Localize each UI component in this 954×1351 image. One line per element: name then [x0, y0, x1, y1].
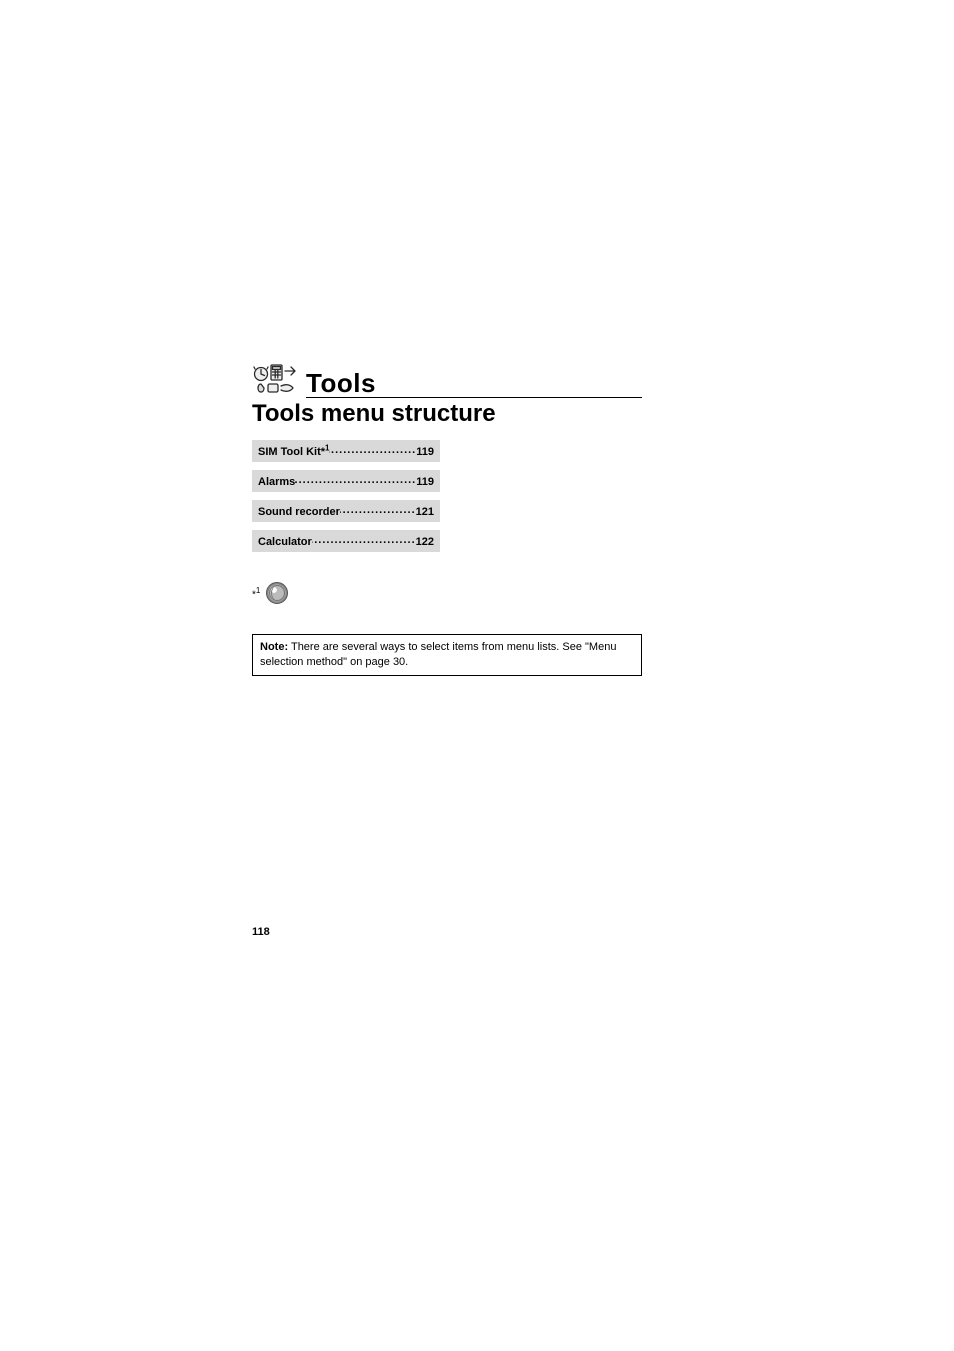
chapter-title-wrap: Tools [306, 370, 642, 398]
note-text: There are several ways to select items f… [260, 641, 616, 668]
toc-item-label: Sound recorder [258, 506, 340, 518]
toc-leader-dots [340, 504, 416, 515]
toc-item-label: Calculator [258, 536, 312, 548]
toc-item-page: 119 [416, 476, 434, 488]
toc-item: Calculator 122 [252, 530, 440, 552]
footnote: *1 [252, 582, 642, 604]
tools-icon [252, 362, 298, 398]
toc-item: Alarms 119 [252, 470, 440, 492]
toc-item: Sound recorder 121 [252, 500, 440, 522]
toc-item-label: SIM Tool Kit*1 [258, 446, 329, 458]
toc-item-page: 119 [416, 446, 434, 458]
toc-item: SIM Tool Kit*1 119 [252, 440, 440, 462]
chapter-header: Tools [252, 362, 642, 398]
chapter-title: Tools [306, 370, 642, 398]
section-title: Tools menu structure [252, 400, 642, 428]
footnote-marker: *1 [252, 586, 260, 600]
toc-leader-dots [295, 474, 416, 485]
page-content: Tools Tools menu structure SIM Tool Kit*… [252, 362, 642, 676]
page-number: 118 [252, 926, 270, 938]
toc-item-page: 122 [416, 536, 434, 548]
toc-list: SIM Tool Kit*1 119 Alarms 119 Sound reco… [252, 440, 440, 552]
toc-leader-dots [312, 534, 416, 545]
toc-leader-dots [329, 444, 416, 455]
toc-item-page: 121 [416, 506, 434, 518]
toc-item-label: Alarms [258, 476, 295, 488]
globe-icon [266, 582, 288, 604]
note-label: Note: [260, 641, 288, 653]
note-box: Note: There are several ways to select i… [252, 634, 642, 676]
